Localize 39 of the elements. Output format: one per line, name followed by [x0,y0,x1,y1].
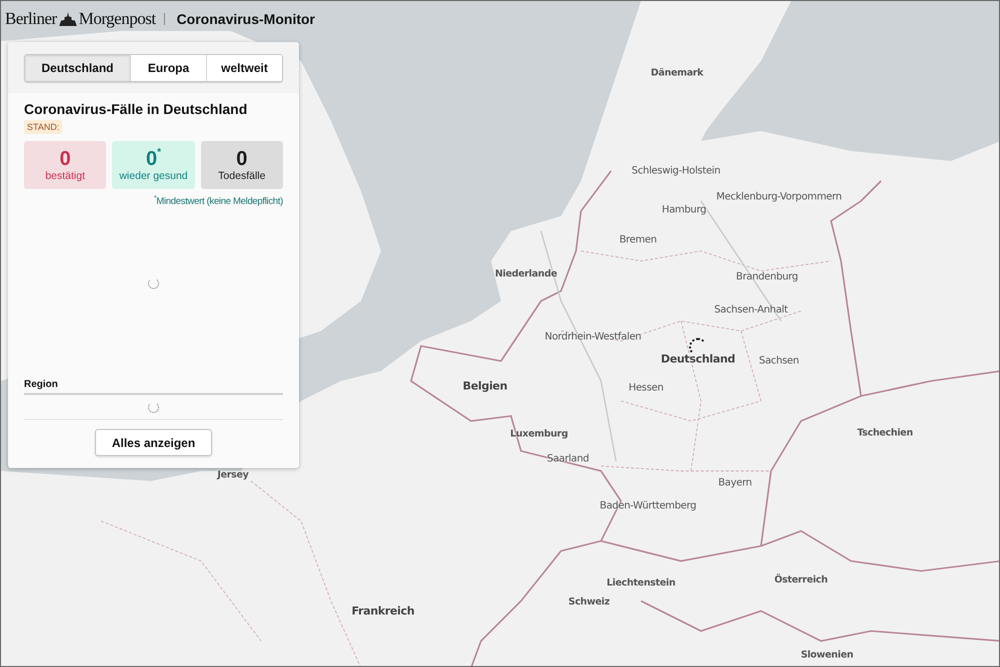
country-label: Slowenien [800,650,854,660]
region-label: Hessen [628,382,664,394]
column-header: Region [24,379,283,395]
case-label: Todesfälle [218,170,266,182]
page-title: Coronavirus-Monitor [176,11,316,27]
country-label: Dänemark [650,68,704,78]
region-label: Sachsen-Anhalt [714,304,788,316]
loading-spinner-icon [148,402,159,412]
region-label: Bayern [718,478,752,488]
region-tab[interactable]: Deutschland [25,55,130,81]
panel-heading: Coronavirus-Fälle in Deutschland [24,101,248,117]
country-label: Deutschland [660,352,736,366]
region-label: Mecklenburg-Vorpommern [716,192,842,202]
case-count: 0 [60,148,71,170]
logo: Berliner Morgenpost [5,9,156,29]
country-label: Tschechien [857,428,913,438]
country-label: Belgien [462,380,508,392]
country-label: Jersey [217,470,249,480]
country-label: Frankreich [352,604,414,618]
country-label: Schweiz [568,596,610,608]
date-badge: STAND: [24,120,62,134]
region-label: Schleswig-Holstein [632,166,720,176]
region-label: Sachsen [759,356,799,366]
region-tab[interactable]: weltweit [206,55,282,81]
region-label: Bremen [619,234,657,246]
case-label: wieder gesund [119,170,188,182]
country-label: Österreich [774,574,828,586]
case-label: bestätigt [45,170,86,182]
region-label: Brandenburg [736,272,798,282]
country-label: Niederlande [495,268,557,280]
case-count: 0$^{*}$ [146,148,161,170]
region-label: Hamburg [662,204,706,216]
show-all-button[interactable]: Alles anzeigen [94,429,212,456]
footnote: $^{*}$Mindestwert (keine Meldepflicht) [152,195,283,208]
region-label: Nordrhein-Westfalen [544,332,642,342]
region-tab[interactable]: Europa [130,55,206,81]
case-count: 0 [236,148,248,170]
loading-spinner-icon [148,278,159,289]
country-label: Liechtenstein [606,578,676,588]
